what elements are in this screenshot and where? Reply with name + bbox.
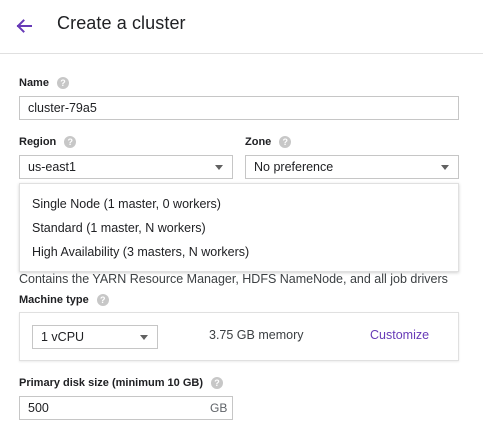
header-bar: Create a cluster bbox=[0, 0, 483, 54]
help-icon[interactable]: ? bbox=[64, 136, 77, 148]
machine-type-label-text: Machine type bbox=[19, 294, 89, 306]
machine-type-label: Machine type ? bbox=[19, 294, 109, 306]
disk-size-input[interactable]: 500 bbox=[19, 396, 233, 420]
name-label-text: Name bbox=[19, 77, 49, 89]
name-label: Name ? bbox=[19, 77, 69, 89]
vcpu-select[interactable]: 1 vCPU bbox=[32, 325, 158, 349]
zone-value: No preference bbox=[254, 160, 334, 174]
chevron-down-icon bbox=[441, 165, 449, 170]
cluster-mode-dropdown: Single Node (1 master, 0 workers) Standa… bbox=[19, 183, 459, 272]
dropdown-option-standard[interactable]: Standard (1 master, N workers) bbox=[32, 221, 206, 235]
zone-label-text: Zone bbox=[245, 136, 272, 148]
cluster-name-value: cluster-79a5 bbox=[28, 101, 97, 115]
memory-readout: 3.75 GB memory bbox=[209, 328, 304, 342]
help-icon[interactable]: ? bbox=[211, 377, 224, 389]
help-icon[interactable]: ? bbox=[279, 136, 292, 148]
dropdown-option-single-node[interactable]: Single Node (1 master, 0 workers) bbox=[32, 197, 221, 211]
zone-label: Zone ? bbox=[245, 136, 292, 148]
help-icon[interactable]: ? bbox=[96, 294, 109, 306]
region-label-text: Region bbox=[19, 136, 57, 148]
zone-select[interactable]: No preference bbox=[245, 155, 459, 179]
dropdown-option-high-availability[interactable]: High Availability (3 masters, N workers) bbox=[32, 245, 249, 259]
help-icon[interactable]: ? bbox=[56, 77, 69, 89]
page-title: Create a cluster bbox=[57, 13, 186, 33]
region-label: Region ? bbox=[19, 136, 77, 148]
disk-size-label-text: Primary disk size (minimum 10 GB) bbox=[19, 377, 204, 389]
region-select[interactable]: us-east1 bbox=[19, 155, 233, 179]
cluster-name-input[interactable]: cluster-79a5 bbox=[19, 96, 459, 120]
mode-description: Contains the YARN Resource Manager, HDFS… bbox=[19, 272, 448, 286]
arrow-back-icon bbox=[16, 19, 32, 33]
disk-size-value: 500 bbox=[28, 401, 49, 415]
chevron-down-icon bbox=[140, 335, 148, 340]
disk-unit: GB bbox=[210, 401, 228, 415]
region-value: us-east1 bbox=[28, 160, 76, 174]
back-button[interactable] bbox=[10, 12, 38, 40]
vcpu-value: 1 vCPU bbox=[41, 330, 85, 344]
customize-link[interactable]: Customize bbox=[370, 328, 429, 342]
disk-size-label: Primary disk size (minimum 10 GB) ? bbox=[19, 377, 224, 389]
chevron-down-icon bbox=[215, 165, 223, 170]
